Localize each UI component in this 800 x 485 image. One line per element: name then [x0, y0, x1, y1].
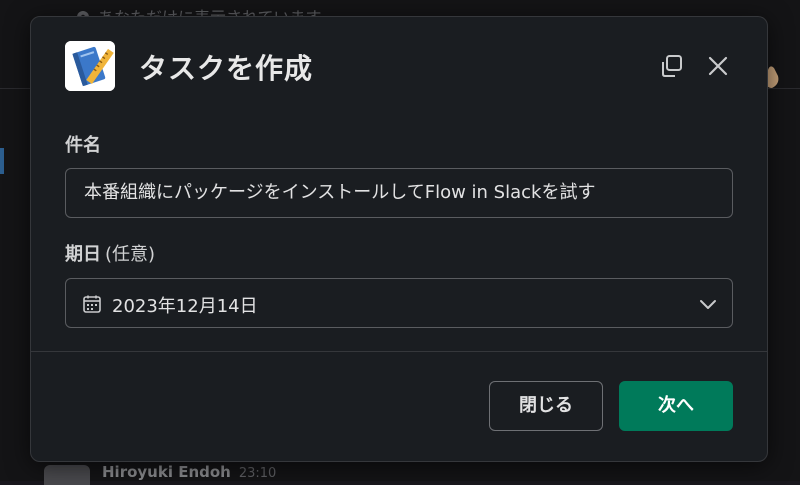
background-message-header: Hiroyuki Endoh 23:10: [44, 463, 276, 485]
due-date-label: 期日 (任意): [65, 240, 155, 266]
calendar-icon: [83, 295, 101, 313]
chevron-down-icon: [700, 300, 716, 309]
notebook-ruler-icon: [65, 41, 115, 91]
subject-label: 件名: [65, 135, 101, 156]
copy-icon[interactable]: [659, 53, 685, 79]
subject-input[interactable]: 本番組織にパッケージをインストールしてFlow in Slackを試す: [65, 168, 733, 218]
due-date-label-text: 期日: [65, 244, 101, 265]
due-date-picker[interactable]: 2023年12月14日: [65, 278, 733, 328]
close-icon[interactable]: [705, 53, 731, 79]
message-author[interactable]: Hiroyuki Endoh: [102, 463, 231, 481]
footer-divider: [31, 351, 767, 352]
close-button[interactable]: 閉じる: [489, 381, 603, 431]
message-time[interactable]: 23:10: [239, 466, 276, 481]
avatar: [44, 465, 90, 485]
modal-title: タスクを作成: [139, 52, 314, 85]
due-date-value: 2023年12月14日: [112, 296, 258, 317]
next-button[interactable]: 次へ: [619, 381, 733, 431]
optional-label: (任意): [105, 244, 156, 265]
create-task-modal: タスクを作成 件名 本番組織にパッケージをインストールしてFlow in Sla…: [30, 16, 768, 462]
background-unread-marker: [0, 148, 4, 174]
